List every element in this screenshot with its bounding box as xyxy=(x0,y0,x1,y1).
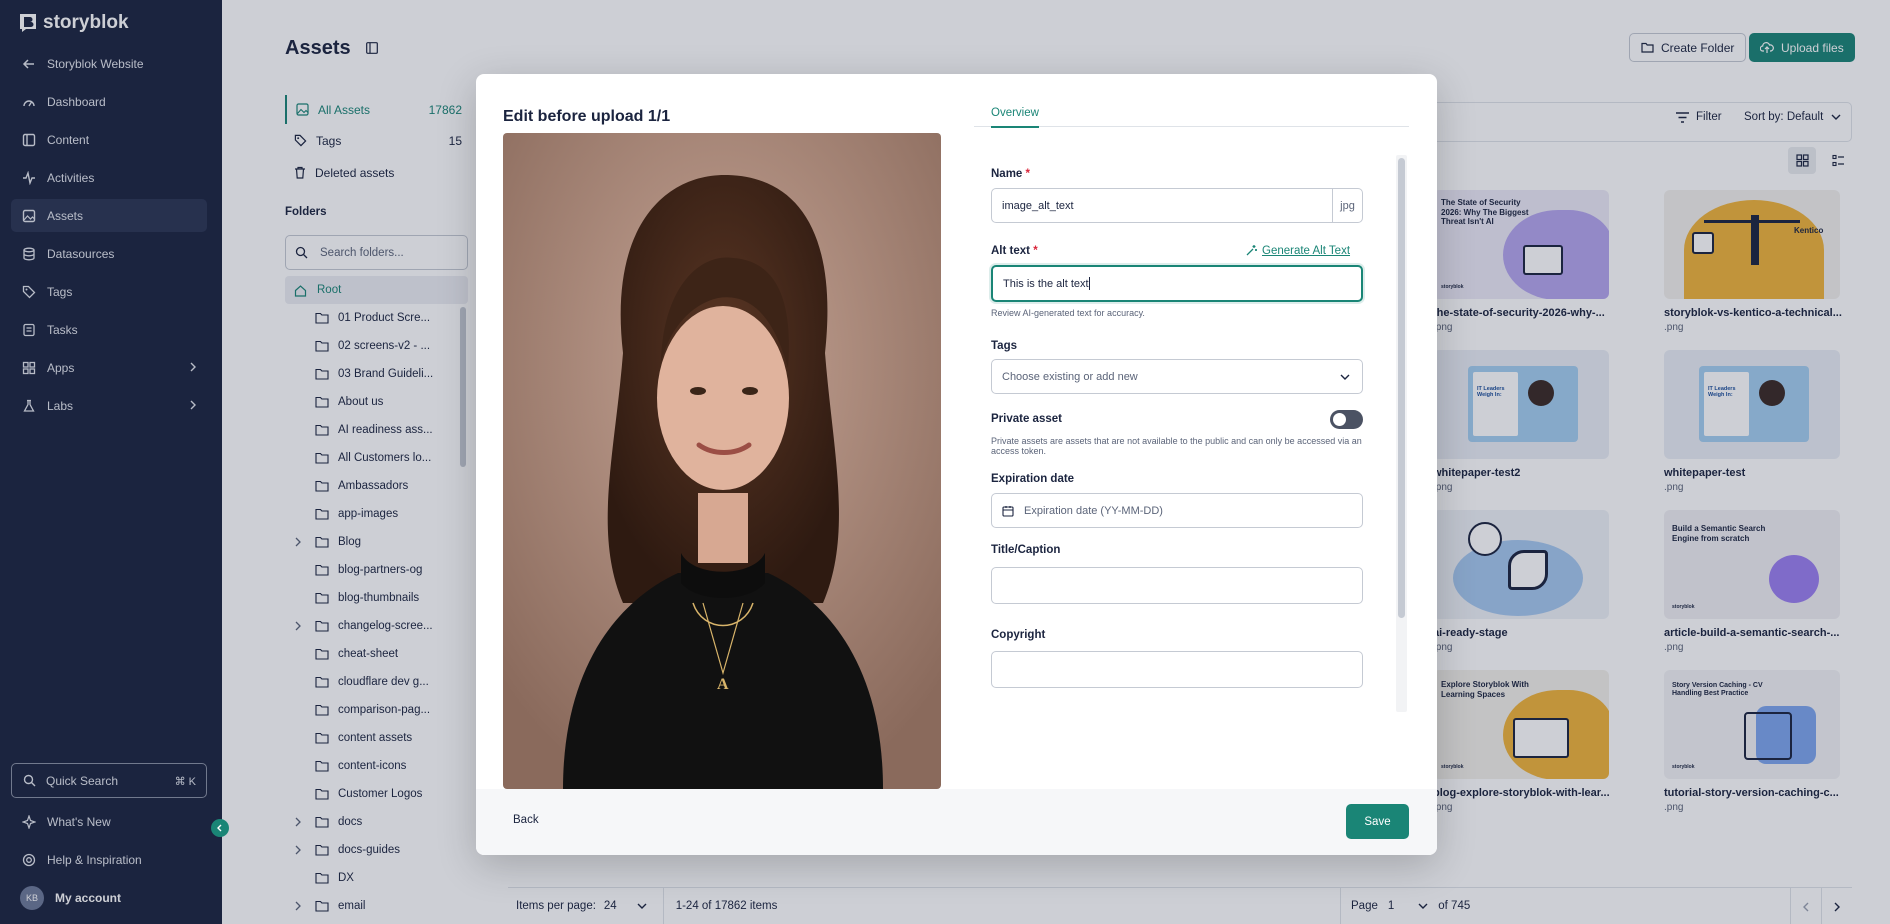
tab-overview[interactable]: Overview xyxy=(991,107,1039,128)
caption-label: Title/Caption xyxy=(991,544,1061,556)
copyright-field[interactable] xyxy=(991,651,1363,688)
alt-text-field[interactable]: This is the alt text xyxy=(991,265,1363,302)
name-label-text: Name xyxy=(991,168,1023,180)
portrait-photo: A xyxy=(503,133,941,789)
tags-label: Tags xyxy=(991,340,1017,352)
alt-text-label-text: Alt text xyxy=(991,245,1030,257)
modal-title: Edit before upload 1/1 xyxy=(503,108,671,125)
expiration-placeholder: Expiration date (YY-MM-DD) xyxy=(1024,504,1163,517)
svg-text:A: A xyxy=(717,676,729,693)
private-asset-hint: Private assets are assets that are not a… xyxy=(991,436,1362,457)
private-asset-toggle[interactable] xyxy=(1330,410,1363,429)
expiration-date-field[interactable]: Expiration date (YY-MM-DD) xyxy=(991,493,1363,528)
save-button[interactable]: Save xyxy=(1346,804,1409,839)
caption-field[interactable] xyxy=(991,567,1363,604)
text-cursor xyxy=(1088,277,1090,290)
copyright-label: Copyright xyxy=(991,629,1046,641)
modal-footer: Back Save xyxy=(476,789,1437,855)
expiration-label: Expiration date xyxy=(991,473,1075,485)
chevron-down-icon xyxy=(1340,374,1350,380)
asset-form: Name * image_alt_text jpg Alt text * Gen… xyxy=(974,154,1394,711)
toggle-knob xyxy=(1333,413,1346,426)
modal-tabbar: Overview xyxy=(974,107,1409,128)
calendar-icon xyxy=(1002,505,1014,517)
upload-preview-image: A xyxy=(503,133,941,789)
tags-placeholder: Choose existing or add new xyxy=(1002,370,1138,383)
chevron-left-icon xyxy=(217,824,222,832)
alt-text-label: Alt text * xyxy=(991,245,1038,257)
collapse-sidebar-button[interactable] xyxy=(211,819,229,837)
generate-alt-text-label: Generate Alt Text xyxy=(1262,244,1351,257)
alt-text-value: This is the alt text xyxy=(1003,277,1089,290)
name-value: image_alt_text xyxy=(1002,199,1074,212)
tags-select[interactable]: Choose existing or add new xyxy=(991,359,1363,394)
name-extension: jpg xyxy=(1332,189,1362,222)
alt-text-hint: Review AI-generated text for accuracy. xyxy=(991,308,1145,318)
form-scrollbar[interactable] xyxy=(1396,155,1407,712)
back-button[interactable]: Back xyxy=(513,814,539,826)
name-label: Name * xyxy=(991,168,1030,180)
magic-wand-icon xyxy=(1246,245,1257,256)
edit-before-upload-modal: Edit before upload 1/1 A Overview Name * xyxy=(476,74,1437,855)
private-asset-label: Private asset xyxy=(991,413,1062,425)
form-scrollbar-thumb[interactable] xyxy=(1398,158,1405,618)
generate-alt-text-button[interactable]: Generate Alt Text xyxy=(1245,244,1350,257)
required-asterisk: * xyxy=(1025,168,1031,180)
required-asterisk: * xyxy=(1033,245,1038,257)
name-field[interactable]: image_alt_text jpg xyxy=(991,188,1363,223)
